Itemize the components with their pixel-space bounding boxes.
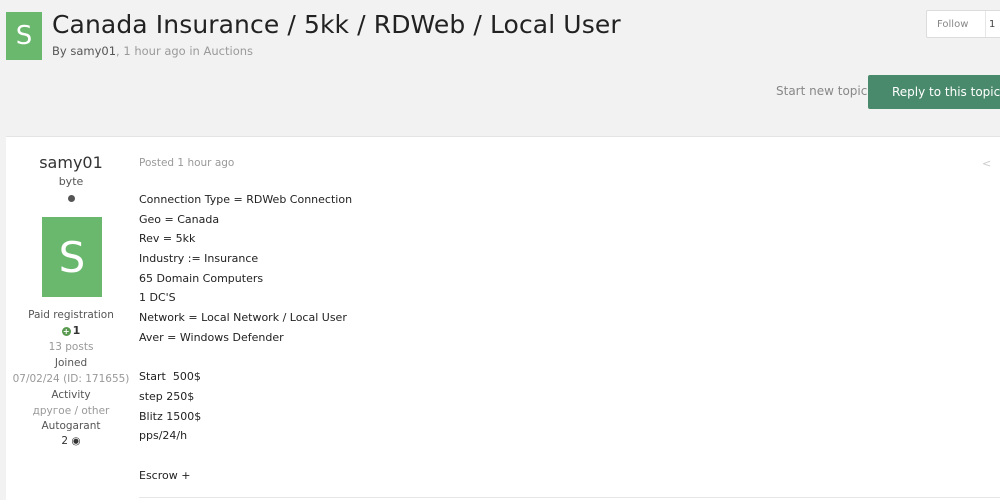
start-new-topic-link[interactable]: Start new topic: [776, 84, 867, 98]
rank-dot-icon: [68, 195, 75, 202]
handshake-icon: ◉: [71, 435, 81, 447]
post-line: pps/24/h: [139, 429, 188, 443]
author-group: Paid registration: [28, 309, 114, 321]
post-line: Escrow +: [139, 468, 191, 482]
post-divider: [139, 497, 1000, 498]
post-line: [139, 348, 352, 368]
post-line: Geo = Canada: [139, 212, 220, 226]
joined-label: Joined: [54, 357, 88, 369]
reputation-value: 1: [72, 324, 81, 337]
activity-value: другое / other: [32, 405, 110, 417]
author-avatar[interactable]: S: [42, 217, 102, 297]
post-line: Industry := Insurance: [139, 252, 259, 266]
post-line: Blitz 1500$: [139, 409, 202, 423]
post-card: samy01 byte S Paid registration +1 13 po…: [6, 136, 1000, 500]
share-icon[interactable]: <: [982, 157, 991, 170]
post-date: Posted 1 hour ago: [139, 157, 235, 169]
post-line: Start 500$: [139, 370, 201, 384]
meta-forum-link[interactable]: Auctions: [204, 44, 254, 58]
activity-label: Activity: [51, 389, 91, 401]
post-line: 1 DC'S: [139, 291, 176, 305]
meta-by: By: [52, 44, 67, 58]
autogarant-count: 2: [61, 435, 69, 447]
reply-to-topic-button[interactable]: Reply to this topic: [868, 75, 1000, 109]
post-line: Rev = 5kk: [139, 232, 196, 246]
post-line: Aver = Windows Defender: [139, 330, 284, 344]
topic-avatar[interactable]: S: [6, 12, 42, 60]
follow-count: 1: [985, 11, 995, 37]
topic-title: Canada Insurance / 5kk / RDWeb / Local U…: [52, 10, 621, 39]
follow-button[interactable]: Follow 1: [926, 10, 1000, 38]
plus-circle-icon: +: [61, 327, 71, 336]
joined-value: 07/02/24 (ID: 171655): [12, 373, 130, 385]
author-name[interactable]: samy01: [6, 153, 136, 172]
meta-time: , 1 hour ago in: [116, 44, 200, 58]
author-rank: byte: [58, 175, 84, 188]
author-reputation: +1: [6, 324, 136, 337]
autogarant-value: 2 ◉: [6, 435, 136, 447]
meta-author-link[interactable]: samy01: [70, 44, 116, 58]
post-line: Network = Local Network / Local User: [139, 311, 347, 325]
autogarant-label: Autogarant: [41, 420, 101, 432]
post-line: step 250$: [139, 389, 195, 403]
post-line: 65 Domain Computers: [139, 271, 264, 285]
follow-label: Follow: [937, 18, 969, 30]
author-posts: 13 posts: [48, 341, 94, 353]
topic-meta: By samy01, 1 hour ago in Auctions: [52, 44, 253, 58]
post-body: Connection Type = RDWeb Connection Geo =…: [139, 190, 352, 485]
post-line: Connection Type = RDWeb Connection: [139, 193, 353, 206]
post-line: [139, 446, 352, 466]
